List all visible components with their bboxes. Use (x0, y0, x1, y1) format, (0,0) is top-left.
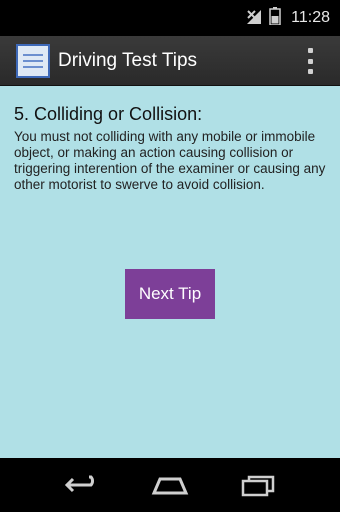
recent-apps-icon[interactable] (233, 465, 281, 505)
status-bar: 11:28 (0, 0, 340, 36)
battery-icon (269, 6, 281, 30)
action-bar: Driving Test Tips (0, 36, 340, 86)
home-icon[interactable] (146, 465, 194, 505)
back-icon[interactable] (59, 465, 107, 505)
app-title: Driving Test Tips (58, 49, 198, 71)
tip-content: 5. Colliding or Collision: You must not … (0, 86, 340, 458)
navigation-bar (0, 458, 340, 512)
tip-heading: 5. Colliding or Collision: (14, 104, 203, 124)
app-logo-icon[interactable] (16, 43, 50, 78)
clock-time: 11:28 (291, 9, 330, 26)
next-tip-button[interactable]: Next Tip (125, 269, 215, 319)
signal-icon (245, 8, 263, 29)
overflow-menu-icon[interactable] (306, 48, 314, 74)
tip-body: You must not colliding with any mobile o… (14, 129, 326, 192)
